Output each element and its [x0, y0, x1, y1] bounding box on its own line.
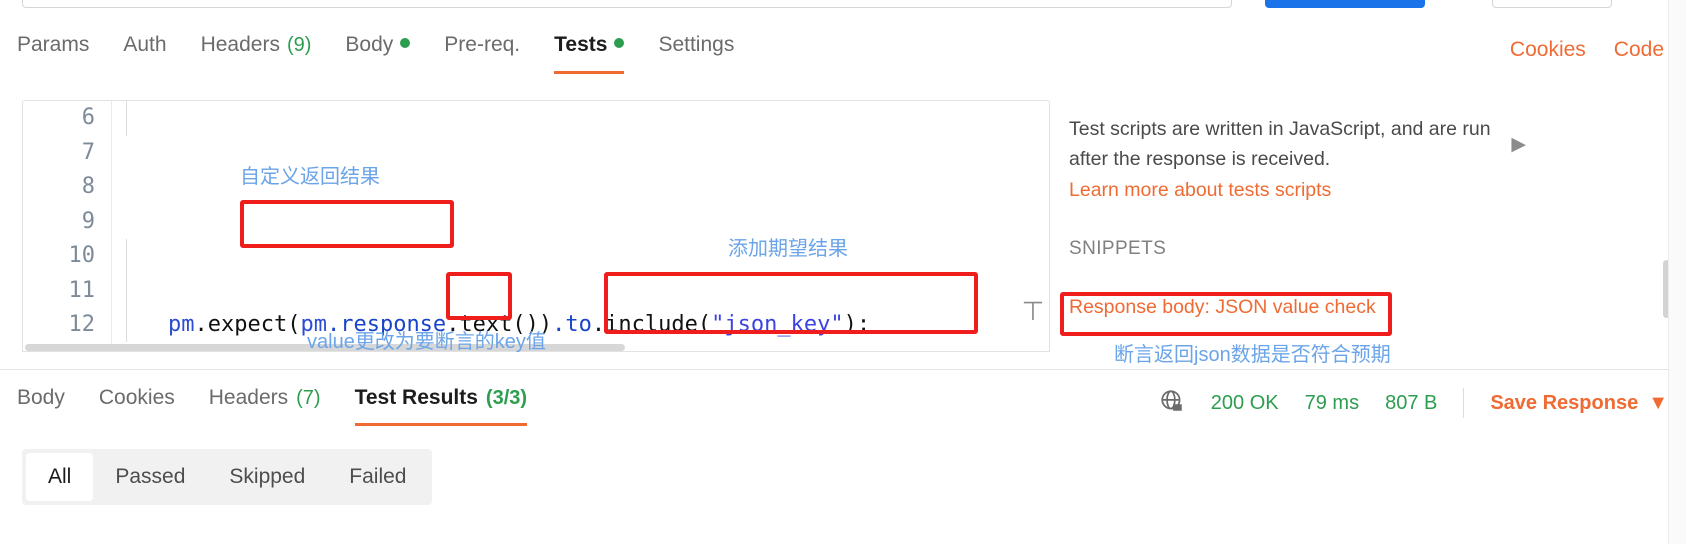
response-tab-bar: Body Cookies Headers (7) Test Results (3…	[0, 370, 1686, 436]
request-tab-bar: Params Auth Headers (9) Body Pre-req. Te…	[0, 14, 1686, 86]
token: .to	[552, 312, 592, 337]
tests-modified-dot-icon	[614, 38, 625, 48]
save-response-label: Save Response	[1490, 391, 1639, 414]
tests-code-editor[interactable]: 6 7 8 9 10 11 12 pm.expect(pm.response.t…	[22, 100, 1050, 352]
tab-tests-label: Tests	[554, 33, 608, 56]
line-number: 11	[68, 277, 96, 303]
test-result-filters: All Passed Skipped Failed	[22, 449, 433, 505]
code-line-6: pm.expect(pm.response.text()).to.include…	[112, 308, 1049, 343]
help-description: Test scripts are written in JavaScript, …	[1069, 118, 1491, 170]
line-number: 7	[81, 139, 95, 165]
token: );	[843, 312, 871, 337]
snippets-heading: SNIPPETS	[1069, 238, 1167, 259]
url-input[interactable]	[22, 0, 1232, 8]
response-tab-body[interactable]: Body	[17, 386, 65, 420]
editor-horizontal-scrollbar[interactable]	[23, 344, 1049, 351]
response-tab-headers-count: (7)	[296, 387, 321, 409]
filter-passed[interactable]: Passed	[93, 453, 207, 501]
line-number: 10	[68, 243, 96, 268]
tab-body-label: Body	[345, 33, 394, 56]
tab-auth[interactable]: Auth	[123, 33, 166, 67]
token: .response	[326, 312, 447, 337]
save-button[interactable]	[1492, 0, 1612, 8]
tab-body[interactable]: Body	[345, 33, 411, 67]
editor-gutter: 6 7 8 9 10 11 12	[23, 101, 111, 351]
filter-failed[interactable]: Failed	[327, 453, 428, 501]
response-tab-test-results-count: (3/3)	[485, 387, 528, 409]
tab-settings-label: Settings	[658, 33, 735, 56]
filter-all[interactable]: All	[26, 453, 94, 501]
tab-headers-label: Headers	[200, 33, 280, 56]
token: .include(	[591, 312, 712, 337]
request-tab-bar-right: Cookies Code	[1510, 14, 1686, 86]
filter-skipped[interactable]: Skipped	[207, 453, 327, 501]
editor-resize-handle[interactable]: ⊤	[1018, 298, 1048, 324]
line-number: 6	[81, 105, 95, 130]
response-tab-test-results-label: Test Results	[354, 386, 478, 409]
line-number: 12	[68, 312, 96, 337]
tab-pre-request[interactable]: Pre-req.	[444, 33, 520, 67]
response-tab-headers-label: Headers	[208, 386, 289, 409]
status-code: 200 OK	[1210, 391, 1279, 414]
response-size: 807 B	[1385, 391, 1438, 414]
token: .text())	[446, 312, 553, 337]
tab-settings[interactable]: Settings	[658, 33, 734, 67]
tab-pre-request-label: Pre-req.	[444, 33, 521, 56]
tab-headers[interactable]: Headers (9)	[201, 33, 312, 67]
token: .expect(	[194, 312, 301, 337]
line-number: 8	[81, 174, 95, 199]
token: pm	[300, 312, 327, 337]
response-tab-cookies-label: Cookies	[98, 386, 175, 409]
indent-guide	[126, 101, 127, 136]
divider	[1463, 388, 1465, 418]
tab-auth-label: Auth	[123, 33, 167, 56]
code-link[interactable]: Code	[1614, 38, 1664, 62]
tests-help-panel: Test scripts are written in JavaScript, …	[1052, 100, 1686, 352]
send-button[interactable]	[1265, 0, 1425, 8]
tab-params-label: Params	[17, 33, 90, 56]
save-response-button[interactable]: Save Response ▼	[1490, 392, 1668, 415]
response-meta: 200 OK 79 ms 807 B Save Response ▼	[1159, 370, 1668, 436]
tab-params[interactable]: Params	[17, 33, 89, 67]
response-tab-test-results[interactable]: Test Results (3/3)	[354, 386, 528, 426]
body-modified-dot-icon	[400, 38, 411, 48]
postman-tests-panel: Params Auth Headers (9) Body Pre-req. Te…	[0, 0, 1686, 544]
globe-lock-icon	[1159, 388, 1185, 419]
response-tab-body-label: Body	[17, 386, 65, 409]
editor-code-area[interactable]: pm.expect(pm.response.text()).to.include…	[112, 101, 1049, 351]
token: pm	[168, 312, 195, 337]
top-strip	[0, 0, 1686, 10]
learn-more-link[interactable]: Learn more about tests scripts	[1069, 179, 1331, 202]
cookies-link[interactable]: Cookies	[1510, 38, 1586, 62]
chevron-down-icon: ▼	[1648, 391, 1668, 414]
right-scroll-rail[interactable]	[1668, 0, 1686, 544]
response-time: 79 ms	[1304, 391, 1360, 414]
response-tab-headers[interactable]: Headers (7)	[209, 386, 321, 420]
tab-headers-count: (9)	[286, 34, 312, 56]
token: "json_key"	[711, 312, 844, 337]
tab-tests[interactable]: Tests	[554, 33, 625, 74]
chevron-right-icon[interactable]: ▶	[1511, 133, 1526, 156]
snippet-response-body-json-value-check[interactable]: Response body: JSON value check	[1069, 296, 1376, 319]
indent-guide	[126, 239, 127, 342]
line-number: 9	[81, 208, 95, 234]
response-tab-cookies[interactable]: Cookies	[99, 386, 175, 420]
